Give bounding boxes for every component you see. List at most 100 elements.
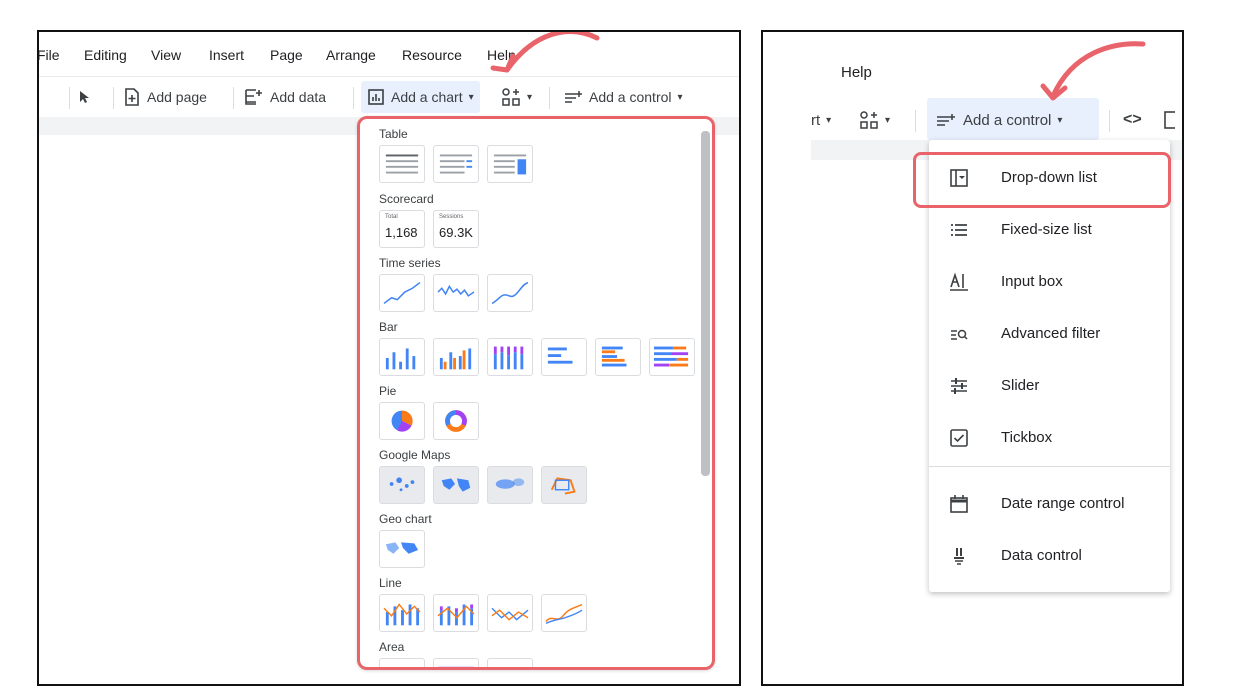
category-pie: Pie [379,384,397,398]
control-label: Advanced filter [1001,325,1101,342]
table-bars-option[interactable] [487,145,533,183]
stacked-bar-option[interactable] [649,338,695,376]
toolbar: Add page Add data Add a chart ▾ ▾ Add a … [39,76,739,116]
menu-file[interactable]: File [39,47,60,63]
chevron-down-icon: ▾ [1057,114,1063,126]
smoothed-line-option[interactable] [541,594,587,632]
chevron-down-icon: ▾ [885,114,891,126]
scorecard-value: 1,168 [385,225,418,240]
menu-editing[interactable]: Editing [84,47,127,63]
category-table: Table [379,127,408,141]
area-chart-option[interactable] [379,658,425,667]
annotation-arrow-icon [1040,41,1146,101]
scorecard-value: 69.3K [439,225,473,240]
control-slider[interactable]: Slider [929,364,1170,408]
add-page-button[interactable]: Add page [123,81,207,113]
control-label: Date range control [1001,495,1125,512]
control-label: Data control [1001,547,1082,564]
scorecard-compact-option[interactable]: Sessions 69.3K [433,210,479,248]
column-chart-option[interactable] [379,338,425,376]
calendar-icon [950,495,968,513]
control-tickbox[interactable]: Tickbox [929,416,1170,460]
control-label: Tickbox [1001,429,1053,446]
control-label: Input box [1001,273,1063,290]
grouped-bar-option[interactable] [595,338,641,376]
sparkline-option[interactable] [433,274,479,312]
chevron-down-icon: ▾ [826,114,832,126]
control-label: Fixed-size list [1001,221,1092,238]
stacked-column-option[interactable] [487,338,533,376]
components-icon [860,111,878,129]
add-component-button[interactable]: ▾ [859,104,890,136]
tickbox-icon [950,429,968,447]
stacked-combo-option[interactable] [433,594,479,632]
add-data-button[interactable]: Add data [244,81,326,113]
category-scorecard: Scorecard [379,192,434,206]
category-bar: Bar [379,320,398,334]
percent-area-option[interactable] [487,658,533,667]
category-area: Area [379,640,405,654]
menu-bar: File Editing View Insert Page Arrange Re… [39,44,729,68]
chart-type-menu: Table Scorecard Total 1,168 Sessions 69.… [357,116,715,670]
menu-arrange[interactable]: Arrange [326,47,376,63]
category-google-maps: Google Maps [379,448,451,462]
grouped-column-option[interactable] [433,338,479,376]
scorecard-label: Sessions [439,214,464,220]
control-input-box[interactable]: Input box [929,260,1170,304]
add-page-label: Add page [147,89,207,105]
right-screenshot-panel: Help rt ▾ ▾ Add a control ▾ <> Drop-down… [761,30,1184,686]
line-map-option[interactable] [541,466,587,504]
dropdown-list-highlight [913,152,1171,208]
menu-help[interactable]: Help [841,64,872,81]
cursor-arrow-icon [80,91,89,103]
line-chart-option[interactable] [487,594,533,632]
smoothed-time-series-option[interactable] [487,274,533,312]
control-advanced-filter[interactable]: Advanced filter [929,312,1170,356]
data-control-icon [954,548,964,565]
bar-chart-option[interactable] [541,338,587,376]
scorecard-option[interactable]: Total 1,168 [379,210,425,248]
control-date-range[interactable]: Date range control [929,482,1170,526]
combo-chart-option[interactable] [379,594,425,632]
category-time-series: Time series [379,256,441,270]
category-geo-chart: Geo chart [379,512,432,526]
menu-resource[interactable]: Resource [402,47,462,63]
add-control-icon [937,114,955,126]
add-chart-label-partial: rt [811,111,821,129]
stacked-area-option[interactable] [433,658,479,667]
geo-chart-option[interactable] [379,530,425,568]
add-chart-button-partial[interactable]: rt ▾ [811,104,831,136]
add-page-icon [125,88,139,106]
left-screenshot-panel: File Editing View Insert Page Arrange Re… [37,30,741,686]
add-chart-label: Add a chart [391,89,463,105]
menu-scrollbar[interactable] [701,131,710,476]
category-line: Line [379,576,402,590]
table-chart-option[interactable] [379,145,425,183]
menu-page[interactable]: Page [270,47,303,63]
menu-insert[interactable]: Insert [209,47,244,63]
menu-view[interactable]: View [151,47,181,63]
chevron-down-icon: ▾ [677,91,683,103]
add-chart-button[interactable]: Add a chart ▾ [361,81,480,113]
image-button-partial[interactable] [1163,104,1175,136]
annotation-arrow-icon [490,32,600,73]
control-label: Slider [1001,377,1040,394]
advanced-filter-icon [951,329,968,340]
heatmap-map-option[interactable] [487,466,533,504]
slider-icon [951,378,967,394]
menu-divider [929,466,1170,467]
bubble-map-option[interactable] [379,466,425,504]
pie-chart-option[interactable] [379,402,425,440]
add-data-label: Add data [270,89,327,105]
add-data-icon [245,89,262,105]
control-data-control[interactable]: Data control [929,534,1170,578]
scorecard-label: Total [385,214,398,220]
add-chart-icon [368,89,384,105]
donut-chart-option[interactable] [433,402,479,440]
control-fixed-size-list[interactable]: Fixed-size list [929,208,1170,252]
time-series-option[interactable] [379,274,425,312]
select-tool[interactable] [77,81,91,113]
filled-map-option[interactable] [433,466,479,504]
table-heatmap-option[interactable] [433,145,479,183]
chevron-down-icon: ▾ [468,91,474,103]
